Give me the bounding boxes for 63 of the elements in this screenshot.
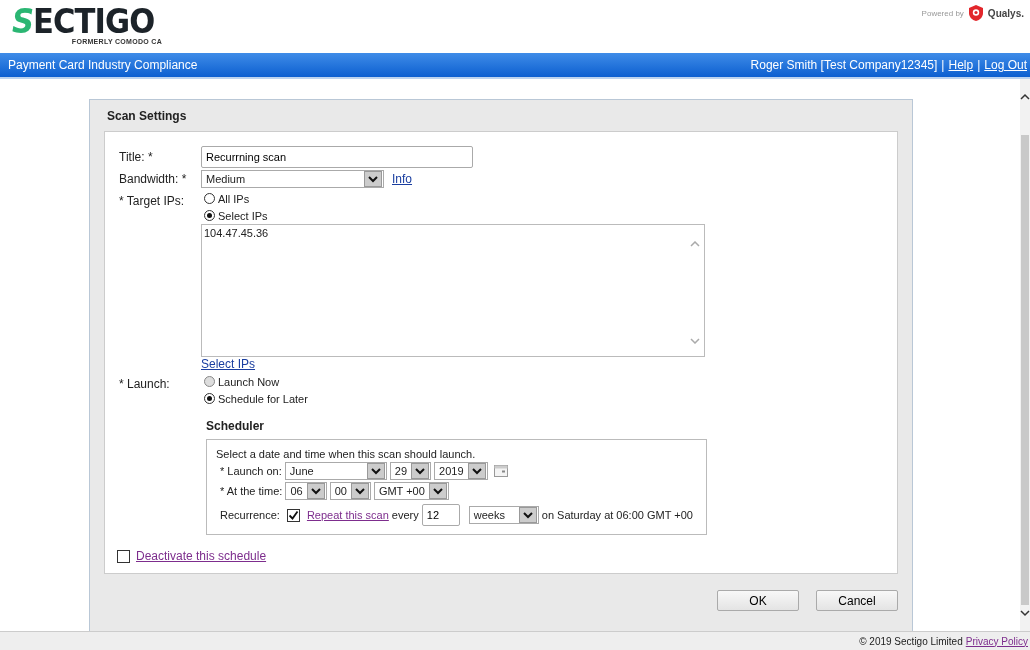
caret-down-icon[interactable] xyxy=(415,467,426,475)
logo-mark: S xyxy=(12,4,34,38)
scroll-up-icon[interactable] xyxy=(1020,93,1030,101)
radio-button[interactable] xyxy=(204,210,215,221)
scheduler-title: Scheduler xyxy=(206,419,266,435)
dialog-title: Scan Settings xyxy=(106,108,188,125)
cancel-button[interactable]: Cancel xyxy=(816,590,898,611)
copyright-text: © 2019 Sectigo Limited xyxy=(859,635,963,647)
unit-dropdown[interactable]: weeks xyxy=(468,506,539,524)
field-label: * Launch on: xyxy=(220,465,282,477)
separator: | xyxy=(977,58,981,72)
deactivate-schedule-link[interactable]: Deactivate this schedule xyxy=(136,549,267,563)
scroll-thumb[interactable] xyxy=(1021,135,1029,605)
title-field[interactable]: Recurrning scan xyxy=(201,146,473,168)
month-dropdown[interactable]: June xyxy=(284,462,387,480)
option-label: Schedule for Later xyxy=(218,392,308,405)
partner-logo-text: Qualys. xyxy=(987,7,1024,19)
checkbox[interactable] xyxy=(286,508,300,522)
bandwidth-dropdown[interactable]: Medium xyxy=(201,170,384,188)
field-label: * At the time: xyxy=(220,485,283,497)
app-title: Payment Card Industry Compliance xyxy=(8,58,198,72)
scheduler-instruction: Select a date and time when this scan should launch. xyxy=(216,448,477,460)
caret-down-icon[interactable] xyxy=(522,511,533,519)
caret-down-icon[interactable] xyxy=(471,467,482,475)
powered-by-text: Powered by xyxy=(921,8,964,18)
field-label: * Launch: xyxy=(119,376,171,391)
separator: | xyxy=(941,58,945,72)
ok-button[interactable]: OK xyxy=(717,590,799,611)
field-label: * Target IPs: xyxy=(119,193,186,208)
user-name: Roger Smith [Test Company12345] xyxy=(750,58,938,72)
caret-down-icon[interactable] xyxy=(310,487,321,495)
scroll-down-icon[interactable] xyxy=(1020,609,1030,617)
calendar-icon[interactable] xyxy=(493,465,508,477)
radio-button[interactable] xyxy=(204,193,215,204)
field-label: Recurrence: xyxy=(220,509,280,521)
year-dropdown[interactable]: 2019 xyxy=(434,462,488,480)
field-label: Bandwidth: * xyxy=(119,172,188,186)
caret-down-icon[interactable] xyxy=(370,467,381,475)
logo-wordmark: ECTIGO xyxy=(32,4,154,38)
privacy-policy-link[interactable]: Privacy Policy xyxy=(965,635,1028,647)
checkbox[interactable] xyxy=(117,549,130,563)
day-dropdown[interactable]: 29 xyxy=(389,462,432,480)
interval-field[interactable]: 12 xyxy=(421,504,460,526)
caret-down-icon[interactable] xyxy=(368,175,378,183)
nav-link[interactable]: Log Out xyxy=(984,58,1027,72)
scrollbar[interactable] xyxy=(1020,79,1030,631)
hour-dropdown[interactable]: 06 xyxy=(285,482,327,500)
field-label: Title: * xyxy=(119,150,154,164)
nav-link[interactable]: Help xyxy=(948,58,974,72)
caret-down-icon[interactable] xyxy=(432,487,443,495)
caret-down-icon[interactable] xyxy=(354,487,365,495)
info-link[interactable]: Info xyxy=(392,172,412,186)
recurrence-summary: on Saturday at 06:00 GMT +00 xyxy=(541,509,693,521)
minute-dropdown[interactable]: 00 xyxy=(329,482,371,500)
every-text: every xyxy=(391,509,419,521)
option-label: Launch Now xyxy=(218,375,280,388)
option-label: All IPs xyxy=(218,192,250,205)
shield-icon xyxy=(967,4,984,22)
timezone-dropdown[interactable]: GMT +00 xyxy=(373,482,449,500)
repeat-scan-link[interactable]: Repeat this scan xyxy=(306,509,389,521)
radio-button[interactable] xyxy=(204,393,215,404)
select-ips-link[interactable]: Select IPs xyxy=(201,357,705,371)
option-label: Select IPs xyxy=(218,209,268,222)
